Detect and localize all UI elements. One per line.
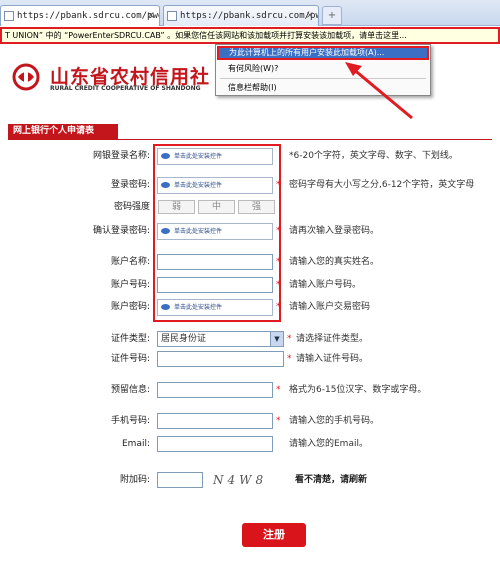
id-number-label: 证件号码: <box>110 354 150 364</box>
form-title: 网上银行个人申请表 <box>8 124 118 139</box>
bank-name-en: RURAL CREDIT COOPERATIVE OF SHANDONG <box>50 85 201 92</box>
new-tab-button[interactable]: + <box>322 6 342 25</box>
email-hint: 请输入您的Email。 <box>289 439 368 449</box>
confirm-password-label: 确认登录密码: <box>92 226 150 236</box>
chevron-down-icon[interactable]: ▼ <box>270 332 283 346</box>
tab-title: https://pbank.sdrcu.com/pwe <box>180 11 319 21</box>
page-icon <box>167 11 177 21</box>
id-number-input[interactable] <box>157 351 284 367</box>
page-icon <box>4 11 14 21</box>
mobile-label: 手机号码: <box>110 416 150 426</box>
browser-tab-2[interactable]: https://pbank.sdrcu.com/pwe × <box>163 5 319 26</box>
reserved-info-hint: 格式为6-15位汉字、数字或字母。 <box>289 385 427 395</box>
email-label: Email: <box>121 439 150 449</box>
required-star: * <box>276 385 281 395</box>
required-star: * <box>287 354 292 364</box>
bank-logo-icon <box>12 63 40 91</box>
required-star: * <box>287 334 292 344</box>
form-title-divider <box>8 139 492 140</box>
password-strength-label: 密码强度 <box>113 202 150 212</box>
account-name-hint: 请输入您的真实姓名。 <box>289 257 380 267</box>
required-star: * <box>276 416 281 426</box>
login-password-label: 登录密码: <box>110 180 150 190</box>
menu-item-what-is-risk[interactable]: 有何风险(W)? <box>216 62 430 76</box>
reserved-info-label: 预留信息: <box>110 385 150 395</box>
captcha-refresh-link[interactable]: 看不清楚，请刷新 <box>295 472 367 488</box>
mobile-input[interactable] <box>157 413 273 429</box>
register-button[interactable]: 注册 <box>242 523 306 547</box>
mobile-hint: 请输入您的手机号码。 <box>289 416 380 426</box>
menu-item-install-addon[interactable]: 为此计算机上的所有用户安装此加载项(A)... <box>217 46 429 60</box>
login-name-label: 网银登录名称: <box>92 151 150 161</box>
tab-title: https://pbank.sdrcu.com/pwe <box>17 11 160 21</box>
menu-item-infobar-help[interactable]: 信息栏帮助(I) <box>216 81 430 95</box>
close-tab-icon[interactable]: × <box>306 6 314 26</box>
close-tab-icon[interactable]: × <box>147 6 155 26</box>
id-type-select[interactable]: 居民身份证 ▼ <box>157 331 284 347</box>
reserved-info-input[interactable] <box>157 382 273 398</box>
captcha-input[interactable] <box>157 472 203 488</box>
id-type-hint: 请选择证件类型。 <box>296 334 369 344</box>
id-number-hint: 请输入证件号码。 <box>296 354 369 364</box>
information-bar[interactable]: T UNION” 中的 “PowerEnterSDRCU.CAB” 。如果您信任… <box>0 27 500 44</box>
menu-separator <box>220 78 426 79</box>
login-password-hint: 密码字母有大小写之分,6-12个字符，英文字母 <box>289 180 475 190</box>
email-input[interactable] <box>157 436 273 452</box>
id-type-label: 证件类型: <box>110 334 150 344</box>
id-type-value: 居民身份证 <box>161 334 207 344</box>
account-number-hint: 请输入账户号码。 <box>289 280 362 290</box>
confirm-password-hint: 请再次输入登录密码。 <box>289 226 380 236</box>
captcha-label: 附加码: <box>119 475 150 485</box>
browser-tab-bar: https://pbank.sdrcu.com/pwe × https://pb… <box>0 0 500 26</box>
captcha-image[interactable]: N4W8 <box>213 470 279 490</box>
account-password-hint: 请输入账户交易密码 <box>289 302 371 312</box>
account-number-label: 账户号码: <box>110 280 150 290</box>
infobar-context-menu: 为此计算机上的所有用户安装此加载项(A)... 有何风险(W)? 信息栏帮助(I… <box>215 44 431 96</box>
account-name-label: 账户名称: <box>110 257 150 267</box>
browser-tab-1[interactable]: https://pbank.sdrcu.com/pwe × <box>0 5 160 26</box>
login-name-hint: *6-20个字符，英文字母、数字、下划线。 <box>289 151 458 161</box>
secure-inputs-highlight-frame <box>153 144 281 322</box>
account-password-label: 账户密码: <box>110 302 150 312</box>
